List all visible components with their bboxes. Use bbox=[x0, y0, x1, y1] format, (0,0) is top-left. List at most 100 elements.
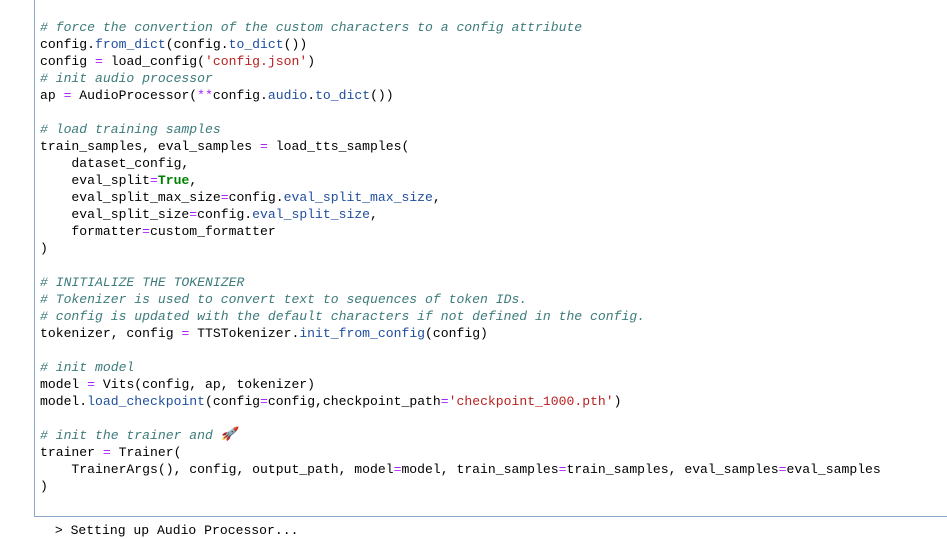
code-line: # init audio processor bbox=[40, 70, 881, 87]
code-token: AudioProcessor( bbox=[71, 88, 198, 103]
code-token: init_from_config bbox=[299, 326, 426, 341]
code-line: # Tokenizer is used to convert text to s… bbox=[40, 291, 881, 308]
code-token: 'config.json' bbox=[205, 54, 308, 69]
code-token: , bbox=[432, 190, 441, 205]
code-line: ) bbox=[40, 240, 881, 257]
code-token: train_samples, eval_samples bbox=[566, 462, 779, 477]
code-token: eval_split bbox=[40, 173, 151, 188]
code-token: to_dict bbox=[315, 88, 371, 103]
code-token: = bbox=[102, 445, 111, 460]
code-token: trainer bbox=[40, 445, 103, 460]
code-line: tokenizer, config = TTSTokenizer.init_fr… bbox=[40, 325, 881, 342]
code-line: config = load_config('config.json') bbox=[40, 53, 881, 70]
code-line: ) bbox=[40, 478, 881, 495]
code-token: to_dict bbox=[228, 37, 284, 52]
code-token: from_dict bbox=[95, 37, 166, 52]
code-token: ()) bbox=[370, 88, 394, 103]
code-token: config. bbox=[197, 207, 253, 222]
code-line: model.load_checkpoint(config=config,chec… bbox=[40, 393, 881, 410]
code-token: = bbox=[260, 139, 268, 154]
code-line: train_samples, eval_samples = load_tts_s… bbox=[40, 138, 881, 155]
code-token: formatter bbox=[40, 224, 143, 239]
code-line: eval_split_max_size=config.eval_split_ma… bbox=[40, 189, 881, 206]
code-token: config,checkpoint_path bbox=[267, 394, 441, 409]
code-token: eval_split_size bbox=[252, 207, 371, 222]
code-token: config. bbox=[228, 190, 284, 205]
code-token: config. bbox=[212, 88, 268, 103]
code-token: True bbox=[157, 173, 190, 188]
code-line: # init the trainer and 🚀 bbox=[40, 427, 881, 444]
code-token: eval_split_size bbox=[40, 207, 190, 222]
code-token: # load training samples bbox=[40, 122, 221, 137]
code-token: model, train_samples bbox=[401, 462, 559, 477]
code-token: (config) bbox=[425, 326, 488, 341]
code-token: ) bbox=[613, 394, 622, 409]
code-line: config.from_dict(config.to_dict()) bbox=[40, 36, 881, 53]
code-token: , bbox=[189, 173, 198, 188]
code-token: # force the convertion of the custom cha… bbox=[40, 20, 583, 35]
code-line: # init model bbox=[40, 359, 881, 376]
code-token: eval_split_max_size bbox=[40, 190, 221, 205]
code-token: = bbox=[95, 54, 103, 69]
code-token: = bbox=[260, 394, 268, 409]
code-token: ) bbox=[40, 479, 48, 494]
code-token: ()) bbox=[283, 37, 308, 52]
code-token: = bbox=[220, 190, 229, 205]
code-token: custom_formatter bbox=[150, 224, 276, 239]
code-token: eval_split_max_size bbox=[283, 190, 433, 205]
code-token: eval_samples bbox=[786, 462, 881, 477]
code-token: 🚀 bbox=[220, 427, 237, 442]
code-token: = bbox=[87, 377, 96, 392]
code-line: ap = AudioProcessor(**config.audio.to_di… bbox=[40, 87, 881, 104]
cell-output: > Setting up Audio Processor... bbox=[47, 522, 299, 539]
code-line: # force the convertion of the custom cha… bbox=[40, 19, 881, 36]
code-line: eval_split_size=config.eval_split_size, bbox=[40, 206, 881, 223]
code-line: formatter=custom_formatter bbox=[40, 223, 881, 240]
code-token: load_tts_samples( bbox=[267, 139, 410, 154]
code-token: ) bbox=[307, 54, 316, 69]
code-token: = bbox=[150, 173, 158, 188]
code-token: config. bbox=[40, 37, 96, 52]
code-token: config bbox=[40, 54, 96, 69]
code-line: dataset_config, bbox=[40, 155, 881, 172]
code-token: audio bbox=[267, 88, 308, 103]
code-line: eval_split=True, bbox=[40, 172, 881, 189]
code-token: dataset_config, bbox=[40, 156, 190, 171]
code-token: # init audio processor bbox=[40, 71, 213, 86]
code-token: Trainer( bbox=[110, 445, 182, 460]
code-token: load_config( bbox=[102, 54, 206, 69]
code-token: model. bbox=[40, 394, 88, 409]
code-line: model = Vits(config, ap, tokenizer) bbox=[40, 376, 881, 393]
code-token: # INITIALIZE THE TOKENIZER bbox=[40, 275, 245, 290]
code-token: # init the trainer and bbox=[40, 428, 221, 443]
code-token: . bbox=[307, 88, 316, 103]
code-token: ) bbox=[40, 241, 48, 256]
code-token: train_samples, eval_samples bbox=[40, 139, 261, 154]
code-token: (config. bbox=[165, 37, 229, 52]
code-token: (config bbox=[205, 394, 261, 409]
code-token: ap bbox=[40, 88, 64, 103]
code-line: # config is updated with the default cha… bbox=[40, 308, 881, 325]
code-editor[interactable]: # force the convertion of the custom cha… bbox=[40, 19, 881, 495]
code-token: TTSTokenizer. bbox=[189, 326, 300, 341]
code-token: model bbox=[40, 377, 88, 392]
code-line: trainer = Trainer( bbox=[40, 444, 881, 461]
code-line: TrainerArgs(), config, output_path, mode… bbox=[40, 461, 881, 478]
code-token: TrainerArgs(), config, output_path, mode… bbox=[40, 462, 394, 477]
code-token: = bbox=[440, 394, 449, 409]
code-token: # init model bbox=[40, 360, 135, 375]
output-text: > Setting up Audio Processor... bbox=[47, 523, 299, 538]
code-token: , bbox=[370, 207, 378, 222]
code-token: tokenizer, config bbox=[40, 326, 182, 341]
code-token: load_checkpoint bbox=[87, 394, 206, 409]
code-token: Vits(config, ap, tokenizer) bbox=[95, 377, 316, 392]
code-token: = bbox=[189, 207, 198, 222]
code-token: # config is updated with the default cha… bbox=[40, 309, 646, 324]
code-line: # INITIALIZE THE TOKENIZER bbox=[40, 274, 881, 291]
code-line: # load training samples bbox=[40, 121, 881, 138]
code-cell[interactable]: # force the convertion of the custom cha… bbox=[34, 0, 947, 517]
